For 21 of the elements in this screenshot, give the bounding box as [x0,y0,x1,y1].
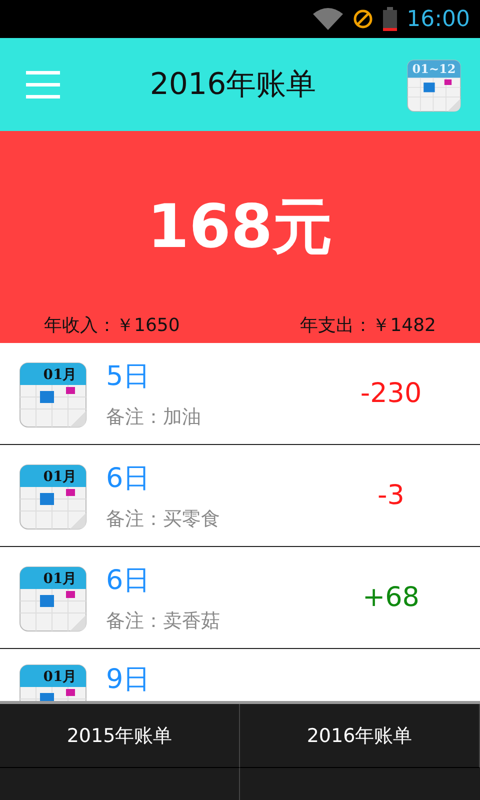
bill-day: 6日 [106,562,306,598]
bill-day: 5日 [106,358,306,394]
menu-icon[interactable] [26,70,60,98]
bill-amount: -230 [359,378,423,409]
year-bill-menu-item[interactable]: 2016年账单 [240,704,480,768]
bill-note: 备注：买零食 [106,506,221,532]
bill-amount: +68 [362,582,420,613]
income-total: 年收入：￥1650 [44,314,180,337]
year-bill-menu-item[interactable]: 2015年账单 [0,704,240,768]
battery-icon [382,7,397,31]
expense-total: 年支出：￥1482 [300,314,436,337]
no-sim-icon [352,9,373,29]
clock: 16:00 [406,6,470,32]
bill-note: 备注：加油 [106,404,202,430]
bill-note: 备注：卖香菇 [106,608,221,634]
wifi-icon [312,8,343,30]
bill-day: 9日 [106,661,480,697]
balance-amount: 168元 [147,190,333,264]
bill-amount: -3 [376,480,406,511]
bill-day: 6日 [106,460,306,496]
screen-title: 2016年账单 [150,66,316,104]
